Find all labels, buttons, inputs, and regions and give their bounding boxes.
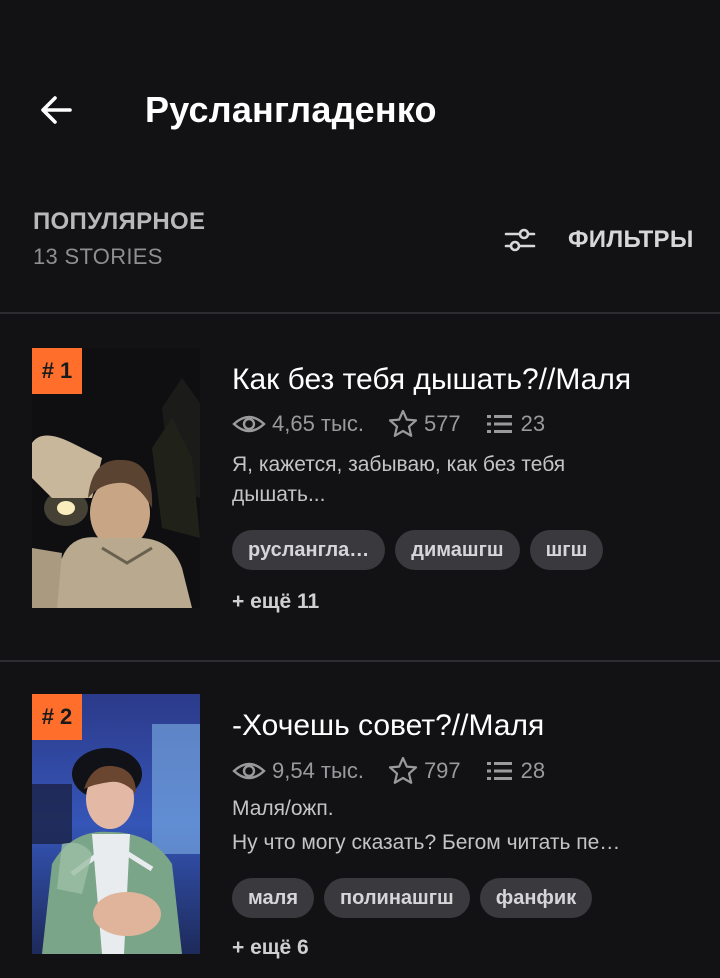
votes-stat: 797 bbox=[388, 756, 461, 786]
back-button[interactable] bbox=[34, 88, 78, 132]
tag-list: маля полинашгш фанфик bbox=[232, 878, 602, 918]
votes-stat: 577 bbox=[388, 409, 461, 439]
more-tags-link[interactable]: + ещё 11 bbox=[232, 590, 319, 614]
story-count: 13 STORIES bbox=[33, 244, 163, 269]
tag-chip[interactable]: димашгш bbox=[395, 530, 520, 570]
list-icon bbox=[486, 415, 512, 433]
sliders-icon bbox=[504, 228, 536, 252]
filter-label: ФИЛЬТРЫ bbox=[568, 226, 694, 253]
story-title[interactable]: -Хочешь совет?//Маля bbox=[232, 706, 544, 746]
votes-count: 797 bbox=[423, 758, 461, 783]
story-title[interactable]: Как без тебя дышать?//Маля bbox=[232, 360, 631, 400]
tag-chip[interactable]: маля bbox=[232, 878, 315, 918]
description-line: дышать... bbox=[232, 483, 326, 506]
star-icon bbox=[388, 756, 418, 784]
story-stats: 9,54 тыс. 797 28 bbox=[232, 755, 569, 787]
tag-chip[interactable]: шгш bbox=[529, 530, 604, 570]
eye-icon bbox=[232, 415, 266, 433]
description-line: Я, кажется, забываю, как без тебя bbox=[232, 453, 566, 476]
parts-count: 28 bbox=[520, 758, 546, 783]
rank-badge: # 1 bbox=[32, 348, 82, 394]
filter-button[interactable]: ФИЛЬТРЫ bbox=[504, 222, 694, 258]
tag-chip[interactable]: полинашгш bbox=[324, 878, 470, 918]
story-card[interactable]: # 2 -Хочешь совет?//Маля 9,54 тыс. 797 2… bbox=[0, 662, 720, 962]
tag-chip[interactable]: фанфик bbox=[479, 878, 593, 918]
story-card[interactable]: # 1 Как без тебя дышать?//Маля 4,65 тыс. bbox=[0, 314, 720, 614]
parts-stat: 23 bbox=[485, 411, 545, 437]
description-line: Маля/ожп. bbox=[232, 797, 334, 820]
reads-count: 4,65 тыс. bbox=[272, 411, 364, 436]
description-line: Ну что могу сказать? Бегом читать пе… bbox=[232, 831, 621, 854]
story-description: Маля/ожп. Ну что могу сказать? Бегом чит… bbox=[232, 794, 692, 858]
reads-count: 9,54 тыс. bbox=[272, 758, 364, 783]
story-cover[interactable]: # 2 bbox=[32, 694, 200, 954]
reads-stat: 4,65 тыс. bbox=[232, 411, 364, 437]
sort-label: ПОПУЛЯРНОЕ bbox=[33, 208, 206, 235]
tag-list: русланглa… димашгш шгш bbox=[232, 530, 613, 570]
story-description: Я, кажется, забываю, как без тебя дышать… bbox=[232, 450, 692, 510]
eye-icon bbox=[232, 762, 266, 780]
rank-badge: # 2 bbox=[32, 694, 82, 740]
parts-stat: 28 bbox=[485, 758, 545, 784]
tag-chip[interactable]: русланглa… bbox=[232, 530, 386, 570]
app-header: Руслангладенко bbox=[0, 0, 720, 200]
more-tags-link[interactable]: + ещё 6 bbox=[232, 936, 309, 960]
arrow-left-icon bbox=[41, 96, 72, 124]
story-cover[interactable]: # 1 bbox=[32, 348, 200, 608]
page-title: Руслангладенко bbox=[145, 89, 437, 130]
reads-stat: 9,54 тыс. bbox=[232, 758, 364, 784]
parts-count: 23 bbox=[520, 411, 546, 436]
star-icon bbox=[388, 409, 418, 437]
story-stats: 4,65 тыс. 577 23 bbox=[232, 408, 569, 440]
votes-count: 577 bbox=[423, 411, 461, 436]
list-icon bbox=[486, 762, 512, 780]
